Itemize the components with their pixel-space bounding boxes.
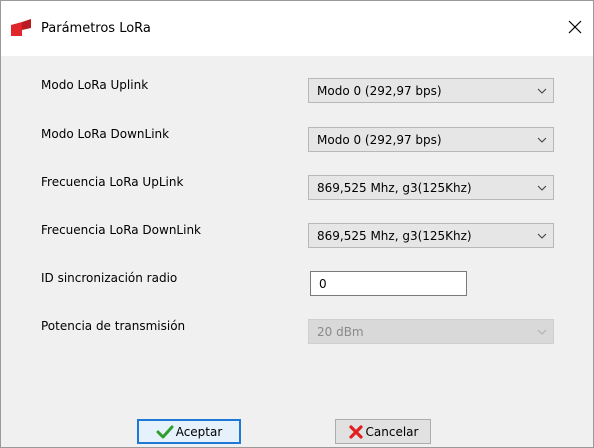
label-frecuencia-uplink: Frecuencia LoRa UpLink xyxy=(41,175,184,189)
checkmark-icon xyxy=(156,425,174,439)
label-frecuencia-downlink: Frecuencia LoRa DownLink xyxy=(41,223,202,237)
label-modo-uplink: Modo LoRa Uplink xyxy=(41,78,149,92)
chevron-down-icon xyxy=(531,320,553,343)
label-potencia-transmision: Potencia de transmisión xyxy=(41,319,186,333)
modo-downlink-dropdown[interactable]: Modo 0 (292,97 bps) xyxy=(308,127,554,152)
label-id-sincronizacion: ID sincronización radio xyxy=(41,271,178,285)
cancel-button[interactable]: Cancelar xyxy=(335,419,431,444)
dropdown-value: 869,525 Mhz, g3(125Khz) xyxy=(317,180,472,195)
close-icon xyxy=(568,20,582,37)
potencia-transmision-dropdown: 20 dBm xyxy=(308,319,554,344)
frecuencia-uplink-dropdown[interactable]: 869,525 Mhz, g3(125Khz) xyxy=(308,175,554,200)
modo-uplink-dropdown[interactable]: Modo 0 (292,97 bps) xyxy=(308,78,554,103)
chevron-down-icon xyxy=(531,128,553,151)
chevron-down-icon xyxy=(531,176,553,199)
dialog-content: Modo LoRa Uplink Modo 0 (292,97 bps) Mod… xyxy=(1,56,593,447)
close-button[interactable] xyxy=(561,13,589,43)
label-modo-downlink: Modo LoRa DownLink xyxy=(41,127,170,141)
dropdown-value: Modo 0 (292,97 bps) xyxy=(317,132,442,147)
window-title: Parámetros LoRa xyxy=(41,21,151,36)
red-x-icon xyxy=(348,424,364,440)
app-logo-icon xyxy=(10,19,32,39)
title-bar: Parámetros LoRa xyxy=(1,1,593,56)
dialog-window: Parámetros LoRa Modo LoRa Uplink Modo 0 … xyxy=(0,0,594,448)
frecuencia-downlink-dropdown[interactable]: 869,525 Mhz, g3(125Khz) xyxy=(308,223,554,248)
dropdown-value: 20 dBm xyxy=(317,324,364,339)
id-sincronizacion-input[interactable]: 0 xyxy=(310,271,467,296)
accept-button[interactable]: Aceptar xyxy=(137,419,241,444)
chevron-down-icon xyxy=(531,79,553,102)
dropdown-value: 869,525 Mhz, g3(125Khz) xyxy=(317,228,472,243)
accept-button-label: Aceptar xyxy=(175,424,223,439)
chevron-down-icon xyxy=(531,224,553,247)
cancel-button-label: Cancelar xyxy=(365,424,419,439)
dropdown-value: Modo 0 (292,97 bps) xyxy=(317,83,442,98)
